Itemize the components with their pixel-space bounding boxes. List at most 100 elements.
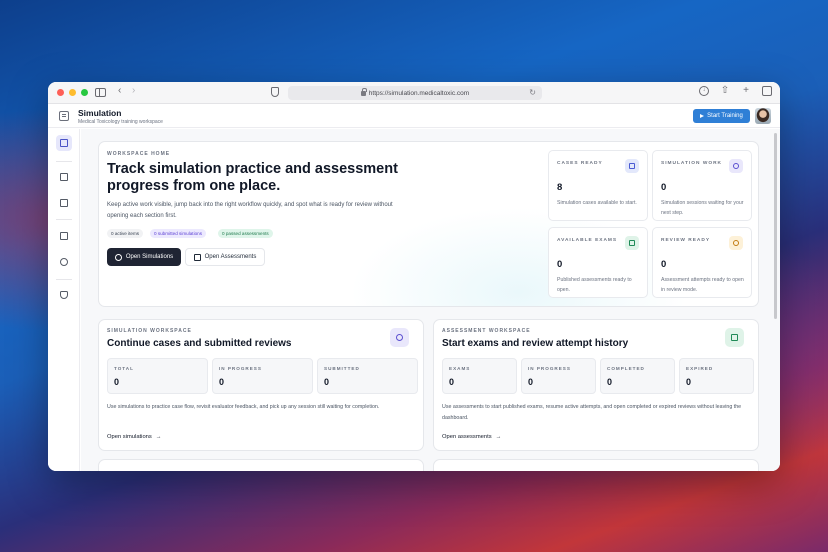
metric-total: TOTAL 0 [107,358,208,394]
clipboard-icon [60,199,68,207]
rail-divider [56,219,72,220]
home-icon [60,139,68,147]
open-simulations-button[interactable]: Open Simulations [107,248,181,266]
privacy-shield-icon[interactable] [271,87,279,97]
main-content: WORKSPACE HOME Track simulation practice… [81,129,780,471]
metric-label: SUBMITTED [324,366,360,371]
folder-icon [625,159,639,173]
panel-eyebrow: SIMULATION WORKSPACE [107,328,192,334]
left-navigation-rail [48,129,80,471]
stat-description: Assessment attempts ready to open in rev… [661,277,744,293]
nav-documents[interactable] [56,228,72,244]
zoom-window-button[interactable] [81,89,88,96]
stat-value: 0 [661,259,667,270]
panel-title: Start exams and review attempt history [442,338,629,349]
new-tab-icon[interactable]: + [741,86,751,96]
grid-icon [625,236,639,250]
stat-label: SIMULATION WORK [661,161,723,166]
hero-title: Track simulation practice and assessment… [107,161,398,194]
stat-description: Simulation sessions waiting for your nex… [661,200,744,216]
hero-description: Keep active work visible, jump back into… [107,202,393,219]
shield-icon [60,291,68,299]
metric-value: 0 [528,377,534,387]
app-logo-icon[interactable] [59,111,69,121]
next-card-partial [433,459,759,471]
grid-icon [725,328,744,347]
close-window-button[interactable] [57,89,64,96]
browser-window: ‹ › https://simulation.medicaltoxic.com … [48,82,780,471]
target-icon [114,253,122,261]
open-assessments-label: Open Assessments [204,254,257,260]
address-bar[interactable]: https://simulation.medicaltoxic.com ↻ [288,86,542,100]
document-icon [60,232,68,240]
target-icon [729,159,743,173]
passed-assessments-pill: 0 passed assessments [218,229,273,238]
metric-value: 0 [607,377,613,387]
back-arrow-icon[interactable]: ‹ [118,86,121,96]
grid-icon [193,253,201,261]
stat-label: AVAILABLE EXAMS [557,238,618,243]
metric-label: TOTAL [114,366,134,371]
open-assessments-button[interactable]: Open Assessments [185,248,265,266]
stat-card-cases-ready[interactable]: CASES READY 8 Simulation cases available… [548,150,648,221]
panel-title: Continue cases and submitted reviews [107,338,292,349]
nav-home[interactable] [56,135,72,151]
stat-value: 0 [557,259,563,270]
hero-eyebrow: WORKSPACE HOME [107,151,171,157]
share-icon[interactable]: ⇧ [720,86,730,96]
sidebar-toggle-icon[interactable] [95,88,106,97]
metric-value: 0 [449,377,455,387]
target-icon [390,328,409,347]
play-icon [700,114,705,118]
next-card-partial [98,459,424,471]
user-avatar[interactable] [755,108,771,124]
app-header: Simulation Medical Toxicology training w… [48,104,780,128]
link-label: Open simulations [107,434,152,440]
metric-label: COMPLETED [607,366,645,371]
stat-value: 8 [557,182,563,193]
download-icon[interactable]: ↓ [699,86,709,96]
nav-security[interactable] [56,287,72,303]
clock-icon [729,236,743,250]
stat-label: CASES READY [557,161,603,166]
metric-value: 0 [686,377,692,387]
simulation-metrics: TOTAL 0 IN PROGRESS 0 SUBMITTED 0 [107,358,418,394]
assessment-metrics: EXAMS 0 IN PROGRESS 0 COMPLETED 0 EXPIRE… [442,358,754,394]
start-training-label: Start Training [707,113,743,119]
stat-card-available-exams[interactable]: AVAILABLE EXAMS 0 Published assessments … [548,227,648,298]
nav-library[interactable] [56,169,72,185]
open-assessments-link[interactable]: Open assessments → [442,434,501,440]
open-simulations-label: Open Simulations [125,254,174,260]
nav-history[interactable] [56,254,72,270]
metric-label: IN PROGRESS [528,366,571,371]
book-icon [60,173,68,181]
history-icon [60,258,68,266]
metric-value: 0 [219,377,225,387]
forward-arrow-icon[interactable]: › [132,86,135,96]
nav-assessments[interactable] [56,195,72,211]
metric-in-progress: IN PROGRESS 0 [212,358,313,394]
minimize-window-button[interactable] [69,89,76,96]
simulation-workspace-panel: SIMULATION WORKSPACE Continue cases and … [98,319,424,451]
app-subtitle: Medical Toxicology training workspace [78,119,163,125]
metric-label: EXPIRED [686,366,714,371]
arrow-right-icon: → [495,434,502,440]
url-text: https://simulation.medicaltoxic.com [368,89,470,97]
tab-overview-icon[interactable] [762,86,772,96]
metric-expired: EXPIRED 0 [679,358,754,394]
stat-description: Simulation cases available to start. [557,200,637,206]
reload-icon[interactable]: ↻ [529,88,536,97]
start-training-button[interactable]: Start Training [693,109,750,123]
stat-card-review-ready[interactable]: REVIEW READY 0 Assessment attempts ready… [652,227,752,298]
open-simulations-link[interactable]: Open simulations → [107,434,162,440]
rail-divider [56,161,72,162]
scrollbar[interactable] [774,133,777,319]
panel-description: Use simulations to practice case flow, r… [107,404,380,410]
metric-exams: EXAMS 0 [442,358,517,394]
browser-actions: ↓ ⇧ + [699,86,772,96]
active-items-pill: 0 active items [107,229,144,238]
stat-card-simulation-work[interactable]: SIMULATION WORK 0 Simulation sessions wa… [652,150,752,221]
panel-description: Use assessments to start published exams… [442,404,742,421]
metric-submitted: SUBMITTED 0 [317,358,418,394]
link-label: Open assessments [442,434,492,440]
